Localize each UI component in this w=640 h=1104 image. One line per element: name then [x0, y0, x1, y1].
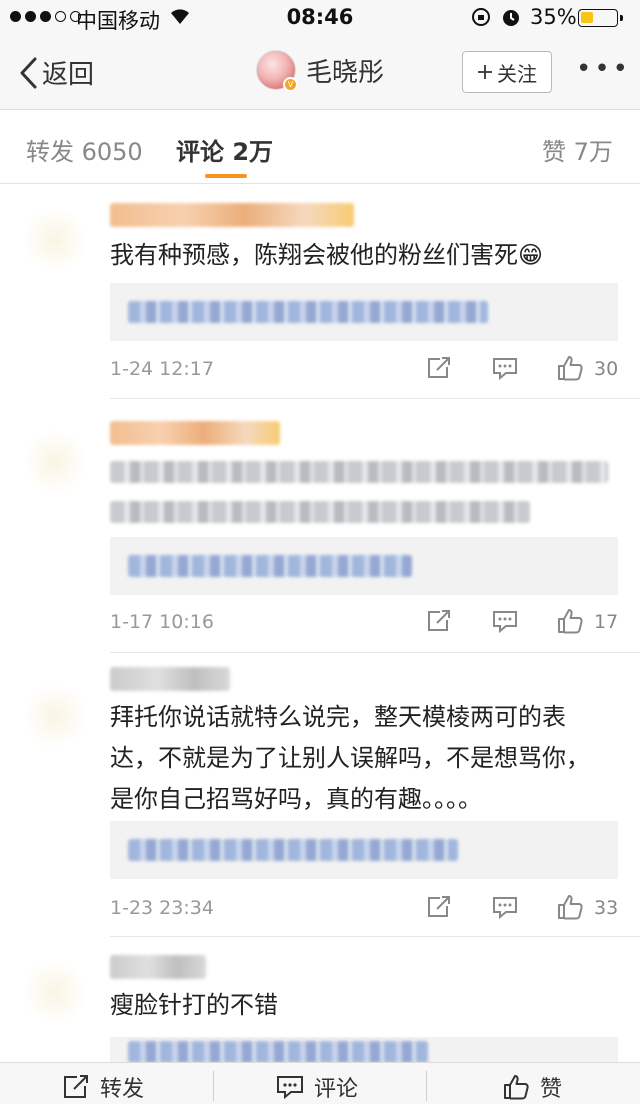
comment-meta: 1-24 12:17 30 [110, 354, 618, 384]
comment-meta: 1-17 10:16 17 [110, 607, 618, 637]
divider [110, 652, 640, 653]
status-bar: 中国移动 08:46 35% [0, 0, 640, 36]
more-options-button[interactable]: ••• [576, 54, 631, 84]
bottom-toolbar: 转发 评论 赞 [0, 1062, 640, 1104]
share-icon [64, 1075, 88, 1098]
comment-icon[interactable] [492, 609, 518, 638]
tab-likes[interactable]: 赞 7万 [542, 132, 613, 167]
chevron-left-icon [20, 57, 37, 88]
reply-preview[interactable] [110, 1037, 618, 1063]
commenter-name[interactable] [110, 203, 354, 227]
avatar: V [256, 50, 298, 92]
rotation-lock-icon [470, 6, 492, 33]
like-count: 30 [594, 358, 619, 380]
commenter-avatar[interactable] [22, 429, 88, 495]
comment-timestamp: 1-23 23:34 [110, 897, 214, 919]
navigation-bar: 返回 V 毛晓彤 关注 ••• [0, 36, 640, 110]
comment-text: 拜托你说话就特么说完，整天模棱两可的表达，不就是为了让别人误解吗，不是想骂你，是… [110, 703, 590, 813]
battery-icon [578, 9, 623, 27]
like-label: 赞 [540, 1077, 563, 1102]
divider [110, 936, 640, 937]
share-icon[interactable] [426, 356, 452, 385]
repost-label: 转发 [100, 1077, 145, 1102]
comment-text-redacted [110, 461, 608, 483]
like-count: 33 [594, 897, 619, 919]
profile-title[interactable]: V 毛晓彤 [256, 50, 385, 92]
follow-button[interactable]: 关注 [462, 51, 552, 93]
back-label: 返回 [42, 60, 95, 90]
thumbs-up-icon[interactable] [556, 893, 584, 926]
repost-button[interactable]: 转发 [62, 1071, 144, 1103]
comment-icon[interactable] [492, 895, 518, 924]
comment-text-redacted [110, 501, 530, 523]
like-count: 17 [594, 611, 619, 633]
battery-percent: 35% [530, 5, 577, 29]
share-icon[interactable] [426, 895, 452, 924]
comment-text: 瘦脸针打的不错 [110, 991, 278, 1019]
comment-icon [277, 1076, 303, 1100]
commenter-avatar[interactable] [22, 207, 88, 273]
tab-reposts[interactable]: 转发 6050 [26, 132, 143, 167]
follow-label: 关注 [497, 61, 537, 86]
toolbar-divider [213, 1071, 214, 1101]
tab-comments[interactable]: 评论 2万 [176, 132, 273, 167]
reply-preview[interactable] [110, 283, 618, 341]
active-tab-indicator [205, 174, 247, 178]
thumbs-up-icon[interactable] [556, 354, 584, 387]
page-title: 毛晓彤 [306, 57, 385, 88]
like-button[interactable]: 赞 [502, 1071, 562, 1103]
reply-preview[interactable] [110, 537, 618, 595]
commenter-name[interactable] [110, 421, 280, 445]
thumbs-up-icon [504, 1075, 529, 1100]
comment-meta: 1-23 23:34 33 [110, 893, 618, 923]
commenter-name[interactable] [110, 955, 206, 979]
commenter-avatar[interactable] [22, 683, 88, 749]
commenter-name[interactable] [110, 667, 230, 691]
comment-timestamp: 1-17 10:16 [110, 611, 214, 633]
back-button[interactable]: 返回 [18, 54, 94, 91]
comment-text: 我有种预感，陈翔会被他的粉丝们害死😁 [110, 241, 544, 269]
verified-badge-icon: V [283, 77, 298, 92]
alarm-icon [500, 6, 522, 33]
toolbar-divider [426, 1071, 427, 1101]
commenter-avatar[interactable] [22, 959, 88, 1025]
share-icon[interactable] [426, 609, 452, 638]
comment-icon[interactable] [492, 356, 518, 385]
divider [110, 398, 640, 399]
thumbs-up-icon[interactable] [556, 607, 584, 640]
comment-timestamp: 1-24 12:17 [110, 358, 214, 380]
tab-bar: 转发 6050 评论 2万 赞 7万 [0, 110, 640, 184]
plus-icon [478, 65, 492, 79]
comment-button[interactable]: 评论 [276, 1071, 358, 1103]
reply-preview[interactable] [110, 821, 618, 879]
comment-label: 评论 [314, 1077, 359, 1102]
